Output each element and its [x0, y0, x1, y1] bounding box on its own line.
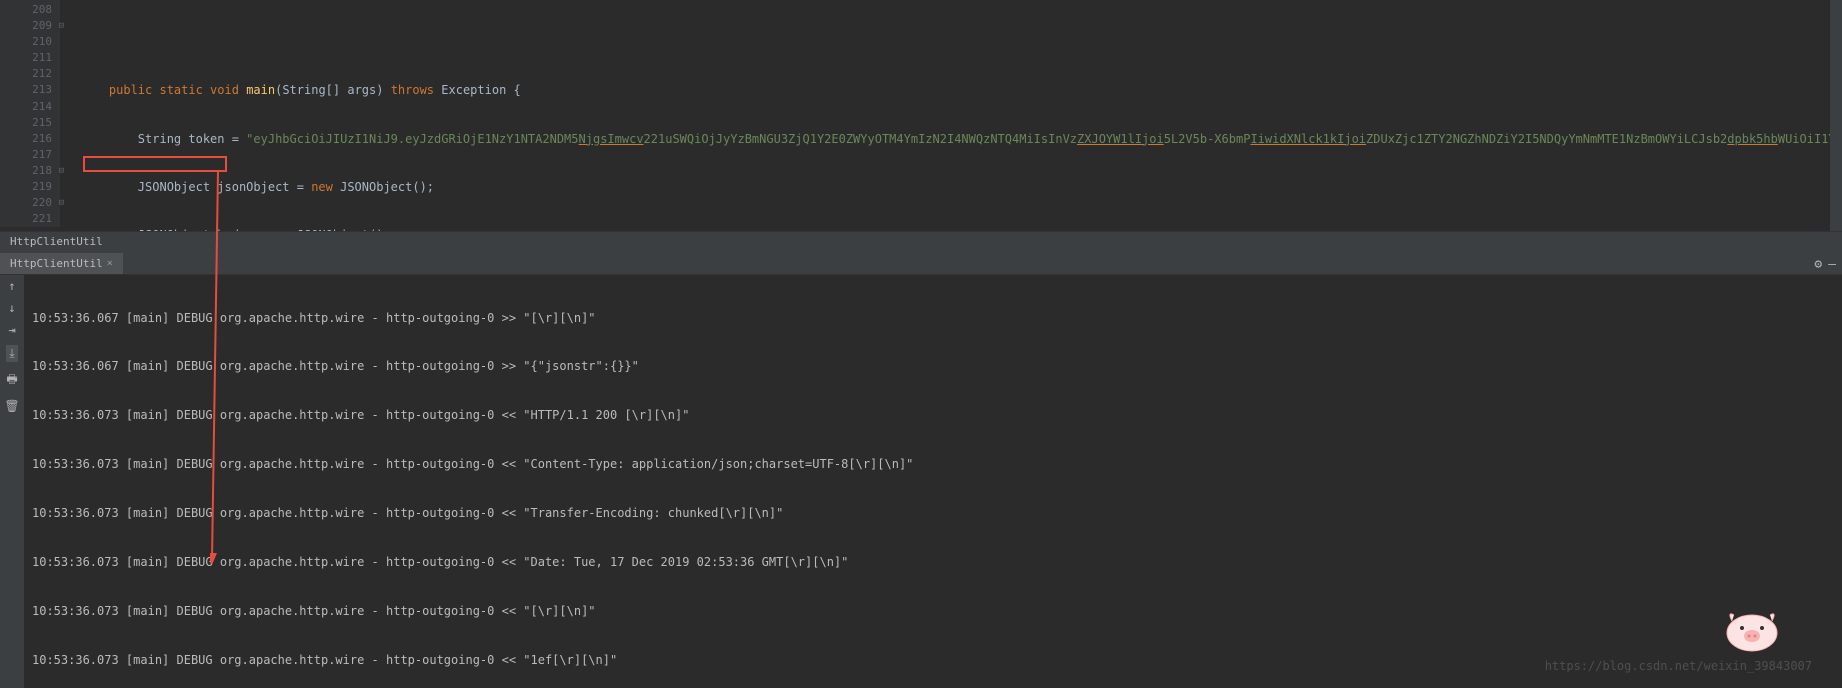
- line-number: 213: [0, 82, 52, 98]
- code-line: [80, 34, 1842, 50]
- console-panel: ↑ ↓ ⇥ ⤓ 🖶 🗑 10:53:36.067 [main] DEBUG or…: [0, 275, 1842, 688]
- fold-icon[interactable]: ⊟: [59, 163, 64, 179]
- log-line: 10:53:36.067 [main] DEBUG org.apache.htt…: [32, 358, 1834, 374]
- pig-mascot-icon: [1712, 593, 1792, 653]
- log-line: 10:53:36.073 [main] DEBUG org.apache.htt…: [32, 603, 1834, 619]
- scroll-up-icon[interactable]: ↑: [8, 279, 15, 293]
- log-line: 10:53:36.073 [main] DEBUG org.apache.htt…: [32, 407, 1834, 423]
- line-number: 221: [0, 211, 52, 227]
- fold-icon[interactable]: ⊟: [59, 195, 64, 211]
- line-number: 218⊟: [0, 163, 52, 179]
- console-output[interactable]: 10:53:36.067 [main] DEBUG org.apache.htt…: [24, 275, 1842, 688]
- line-number: 210: [0, 34, 52, 50]
- code-content[interactable]: public static void main(String[] args) t…: [60, 0, 1842, 231]
- scroll-down-icon[interactable]: ↓: [8, 301, 15, 315]
- line-number: 211: [0, 50, 52, 66]
- close-icon[interactable]: ×: [107, 258, 113, 269]
- log-line: 10:53:36.067 [main] DEBUG org.apache.htt…: [32, 310, 1834, 326]
- line-number: 217: [0, 147, 52, 163]
- line-number: 220⊟: [0, 195, 52, 211]
- watermark: https://blog.csdn.net/weixin_39843007: [1545, 659, 1812, 673]
- line-number: 212: [0, 66, 52, 82]
- gear-icon[interactable]: ⚙: [1814, 257, 1822, 272]
- code-line: JSONObject body = new JSONObject();: [80, 227, 1842, 231]
- log-line: 10:53:36.073 [main] DEBUG org.apache.htt…: [32, 554, 1834, 570]
- highlight-annotation: [83, 156, 227, 172]
- console-tab[interactable]: HttpClientUtil ×: [0, 253, 123, 274]
- code-line: JSONObject jsonObject = new JSONObject()…: [80, 179, 1842, 195]
- line-number: 208: [0, 2, 52, 18]
- vertical-scrollbar[interactable]: [1830, 0, 1842, 231]
- code-line: String token = "eyJhbGciOiJIUzI1NiJ9.eyJ…: [80, 131, 1842, 147]
- scroll-to-end-icon[interactable]: ⤓: [6, 345, 17, 362]
- fold-icon[interactable]: ⊟: [59, 18, 64, 34]
- console-gutter: ↑ ↓ ⇥ ⤓ 🖶 🗑: [0, 275, 24, 688]
- clear-icon[interactable]: 🗑: [4, 399, 19, 413]
- line-number: ▶209⊟: [0, 18, 52, 34]
- console-toolbar: ⚙ —: [1814, 257, 1836, 272]
- log-line: 10:53:36.073 [main] DEBUG org.apache.htt…: [32, 505, 1834, 521]
- code-editor[interactable]: 208 ▶209⊟ 210 211 212 213 214 215 216 21…: [0, 0, 1842, 231]
- tab-label: HttpClientUtil: [10, 257, 103, 270]
- line-number: 215: [0, 115, 52, 131]
- print-icon[interactable]: 🖶: [6, 370, 17, 391]
- log-line: 10:53:36.073 [main] DEBUG org.apache.htt…: [32, 456, 1834, 472]
- minimize-icon[interactable]: —: [1828, 257, 1836, 272]
- line-number: 216: [0, 131, 52, 147]
- line-number: 214: [0, 99, 52, 115]
- breadcrumb[interactable]: HttpClientUtil: [0, 231, 1842, 253]
- code-line: public static void main(String[] args) t…: [80, 82, 1842, 98]
- line-gutter: 208 ▶209⊟ 210 211 212 213 214 215 216 21…: [0, 0, 60, 227]
- line-number: 219: [0, 179, 52, 195]
- soft-wrap-icon[interactable]: ⇥: [8, 323, 15, 337]
- console-tabs: HttpClientUtil ×: [0, 253, 1842, 275]
